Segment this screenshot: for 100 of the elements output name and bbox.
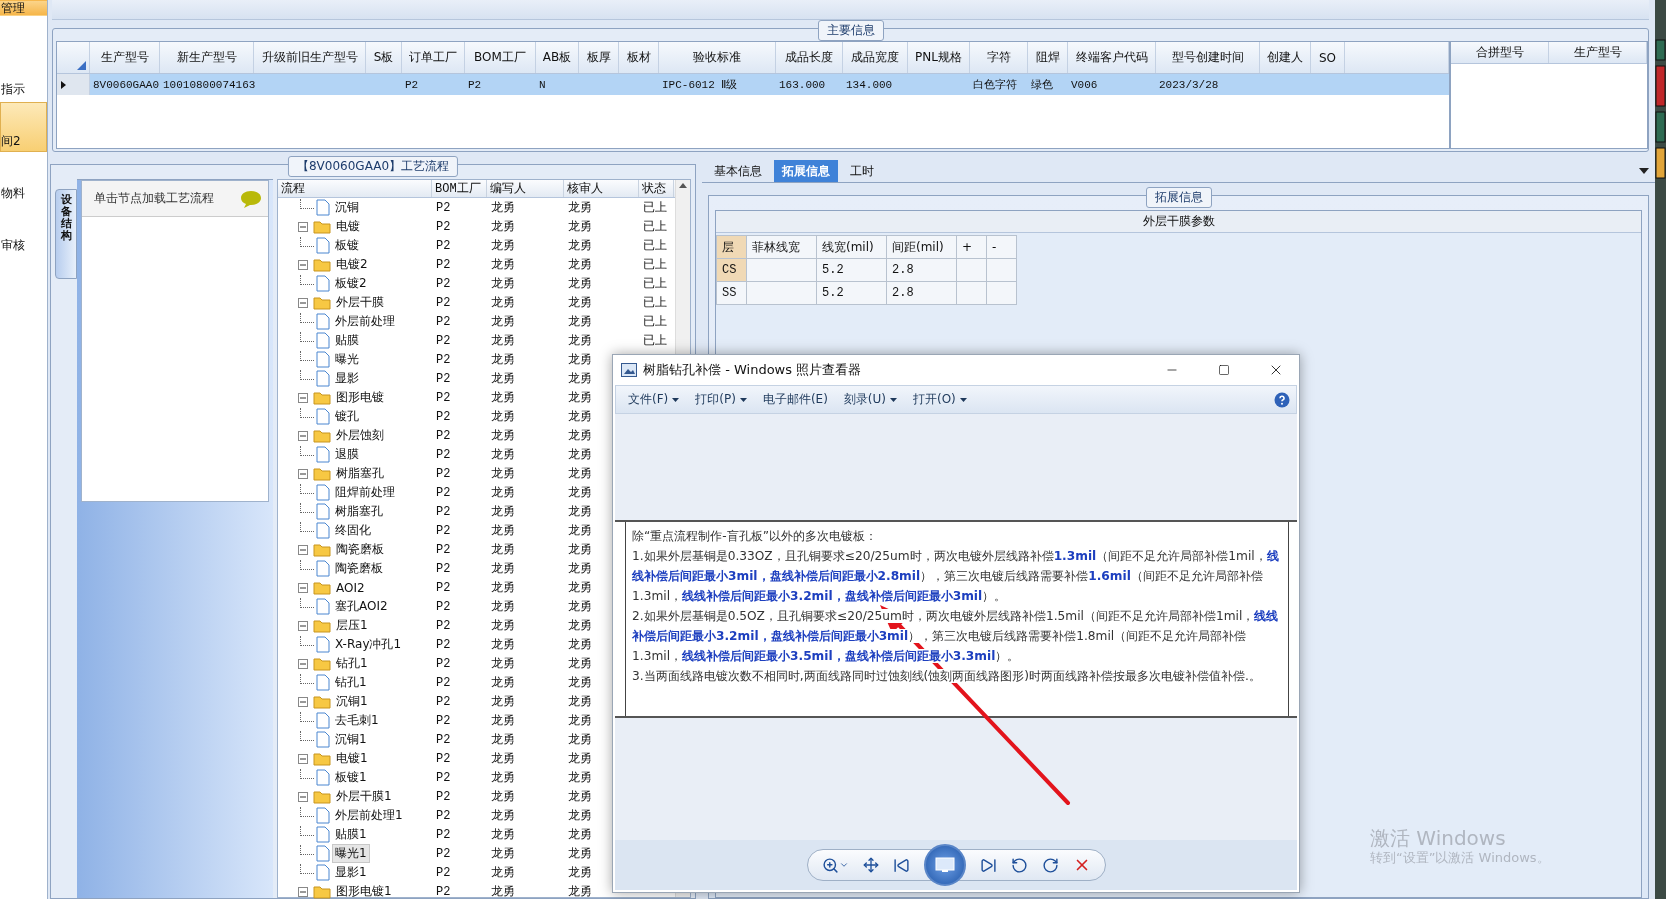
tree-node[interactable]: 外层蚀刻: [333, 426, 387, 445]
tree-node[interactable]: 电镀: [333, 217, 363, 236]
tree-node[interactable]: 层压1: [333, 616, 371, 635]
tree-node[interactable]: 板镀2: [332, 274, 370, 293]
tree-node[interactable]: 板镀: [332, 236, 362, 255]
dropdown-icon[interactable]: [1639, 168, 1649, 174]
tree-node[interactable]: 树脂塞孔: [333, 464, 387, 483]
tree-node[interactable]: 陶瓷磨板: [333, 540, 387, 559]
collapse-icon[interactable]: [298, 620, 308, 631]
column-header[interactable]: BOM工厂: [465, 42, 536, 73]
collapse-icon[interactable]: [298, 582, 308, 593]
collapse-icon[interactable]: [298, 753, 308, 764]
menu-item[interactable]: 打开(O): [907, 389, 973, 410]
tree-node[interactable]: 图形电镀1: [333, 882, 395, 899]
column-header[interactable]: 流程: [278, 180, 432, 197]
sidebar-item[interactable]: 审核: [0, 206, 47, 256]
sidebar-item[interactable]: 指示: [0, 50, 47, 100]
column-header[interactable]: 状态: [639, 180, 674, 197]
tree-node[interactable]: 图形电镀: [333, 388, 387, 407]
tree-node[interactable]: 钻孔1: [332, 673, 370, 692]
collapse-icon[interactable]: [298, 886, 308, 897]
rotate-left-button[interactable]: [1010, 856, 1028, 874]
table-cell[interactable]: SS: [717, 282, 747, 305]
tree-node[interactable]: 阻焊前处理: [332, 483, 398, 502]
menu-item[interactable]: 刻录(U): [837, 389, 903, 410]
tree-node[interactable]: 终固化: [332, 521, 374, 540]
column-header[interactable]: 阻焊: [1028, 42, 1068, 73]
column-header[interactable]: SO: [1311, 42, 1345, 73]
menu-item[interactable]: 电子邮件(E): [756, 389, 834, 410]
column-header[interactable]: 订单工厂: [402, 42, 465, 73]
grid-row[interactable]: 8V0060GAA0 10010800074163 P2 P2 N IPC-6012 Ⅱ级 163.000 134.000 白色字符 绿色 V006 2023/3/28: [57, 74, 1449, 95]
column-header[interactable]: BOM工厂: [432, 180, 487, 197]
column-header[interactable]: 成品宽度: [843, 42, 908, 73]
column-header[interactable]: AB板: [536, 42, 579, 73]
tree-node[interactable]: 曝光1: [332, 844, 370, 863]
column-header[interactable]: 合拼型号: [1451, 42, 1549, 63]
tree-node[interactable]: 外层干膜: [333, 293, 387, 312]
column-header[interactable]: 终端客户代码: [1068, 42, 1156, 73]
tree-node[interactable]: 退膜: [332, 445, 362, 464]
column-header[interactable]: 新生产型号: [160, 42, 254, 73]
column-header[interactable]: 生产型号: [1549, 42, 1647, 63]
tree-node[interactable]: 陶瓷磨板: [332, 559, 386, 578]
tree-node[interactable]: 贴膜: [332, 331, 362, 350]
sidebar-item[interactable]: 物料: [0, 154, 47, 204]
previous-button[interactable]: [892, 856, 910, 874]
column-header[interactable]: 编写人: [487, 180, 564, 197]
collapse-icon[interactable]: [298, 791, 308, 802]
tree-node[interactable]: 镀孔: [332, 407, 362, 426]
column-header[interactable]: PNL规格: [908, 42, 970, 73]
column-header[interactable]: 板厚: [579, 42, 619, 73]
tree-node[interactable]: 沉铜1: [332, 730, 370, 749]
column-header[interactable]: 核审人: [564, 180, 639, 197]
tree-node[interactable]: 钻孔1: [333, 654, 371, 673]
slideshow-button[interactable]: [923, 844, 966, 886]
tree-node[interactable]: 贴膜1: [332, 825, 370, 844]
collapse-icon[interactable]: [298, 297, 308, 308]
help-icon[interactable]: [1274, 391, 1290, 408]
tab[interactable]: 基本信息: [706, 160, 770, 182]
tree-node[interactable]: 树脂塞孔: [332, 502, 386, 521]
tree-node[interactable]: 去毛刺1: [332, 711, 382, 730]
column-header[interactable]: 字符: [970, 42, 1028, 73]
tree-node[interactable]: 曝光: [332, 350, 362, 369]
column-header[interactable]: 创建人: [1260, 42, 1311, 73]
column-header[interactable]: 升级前旧生产型号: [254, 42, 366, 73]
tree-node[interactable]: 外层前处理: [332, 312, 398, 331]
next-button[interactable]: [979, 856, 997, 874]
tree-node[interactable]: 塞孔AOI2: [332, 597, 391, 616]
tree-node[interactable]: 显影1: [332, 863, 370, 882]
tree-node[interactable]: AOI2: [333, 579, 368, 596]
side-tab[interactable]: 设备结构: [55, 189, 77, 279]
tree-node[interactable]: 沉铜1: [333, 692, 371, 711]
collapse-icon[interactable]: [298, 259, 308, 270]
column-header[interactable]: 验收标准: [659, 42, 776, 73]
tree-node[interactable]: 电镀2: [333, 255, 371, 274]
collapse-icon[interactable]: [298, 696, 308, 707]
menu-item[interactable]: 文件(F): [622, 389, 686, 410]
scroll-up-icon[interactable]: [679, 183, 687, 188]
tree-node[interactable]: 外层干膜1: [333, 787, 395, 806]
tree-node[interactable]: 沉铜: [332, 198, 362, 217]
fit-button[interactable]: [862, 857, 879, 873]
collapse-icon[interactable]: [298, 658, 308, 669]
tree-node[interactable]: 外层前处理1: [332, 806, 406, 825]
zoom-button[interactable]: [821, 856, 849, 874]
tree-node[interactable]: X-Ray冲孔1: [332, 635, 405, 654]
collapse-icon[interactable]: [298, 221, 308, 232]
table-cell[interactable]: CS: [717, 259, 747, 282]
tab[interactable]: 工时: [842, 160, 882, 182]
column-header[interactable]: 成品长度: [776, 42, 843, 73]
sidebar-item[interactable]: 间2: [0, 102, 47, 152]
collapse-icon[interactable]: [298, 430, 308, 441]
tree-node[interactable]: 板镀1: [332, 768, 370, 787]
menu-item[interactable]: 打印(P): [689, 389, 753, 410]
collapse-icon[interactable]: [298, 468, 308, 479]
column-header[interactable]: 板材: [619, 42, 659, 73]
tab[interactable]: 拓展信息: [774, 160, 838, 182]
collapse-icon[interactable]: [298, 544, 308, 555]
sidebar-item[interactable]: 管理: [0, 0, 47, 16]
rotate-right-button[interactable]: [1041, 856, 1059, 874]
column-header[interactable]: S板: [366, 42, 402, 73]
collapse-icon[interactable]: [298, 392, 308, 403]
